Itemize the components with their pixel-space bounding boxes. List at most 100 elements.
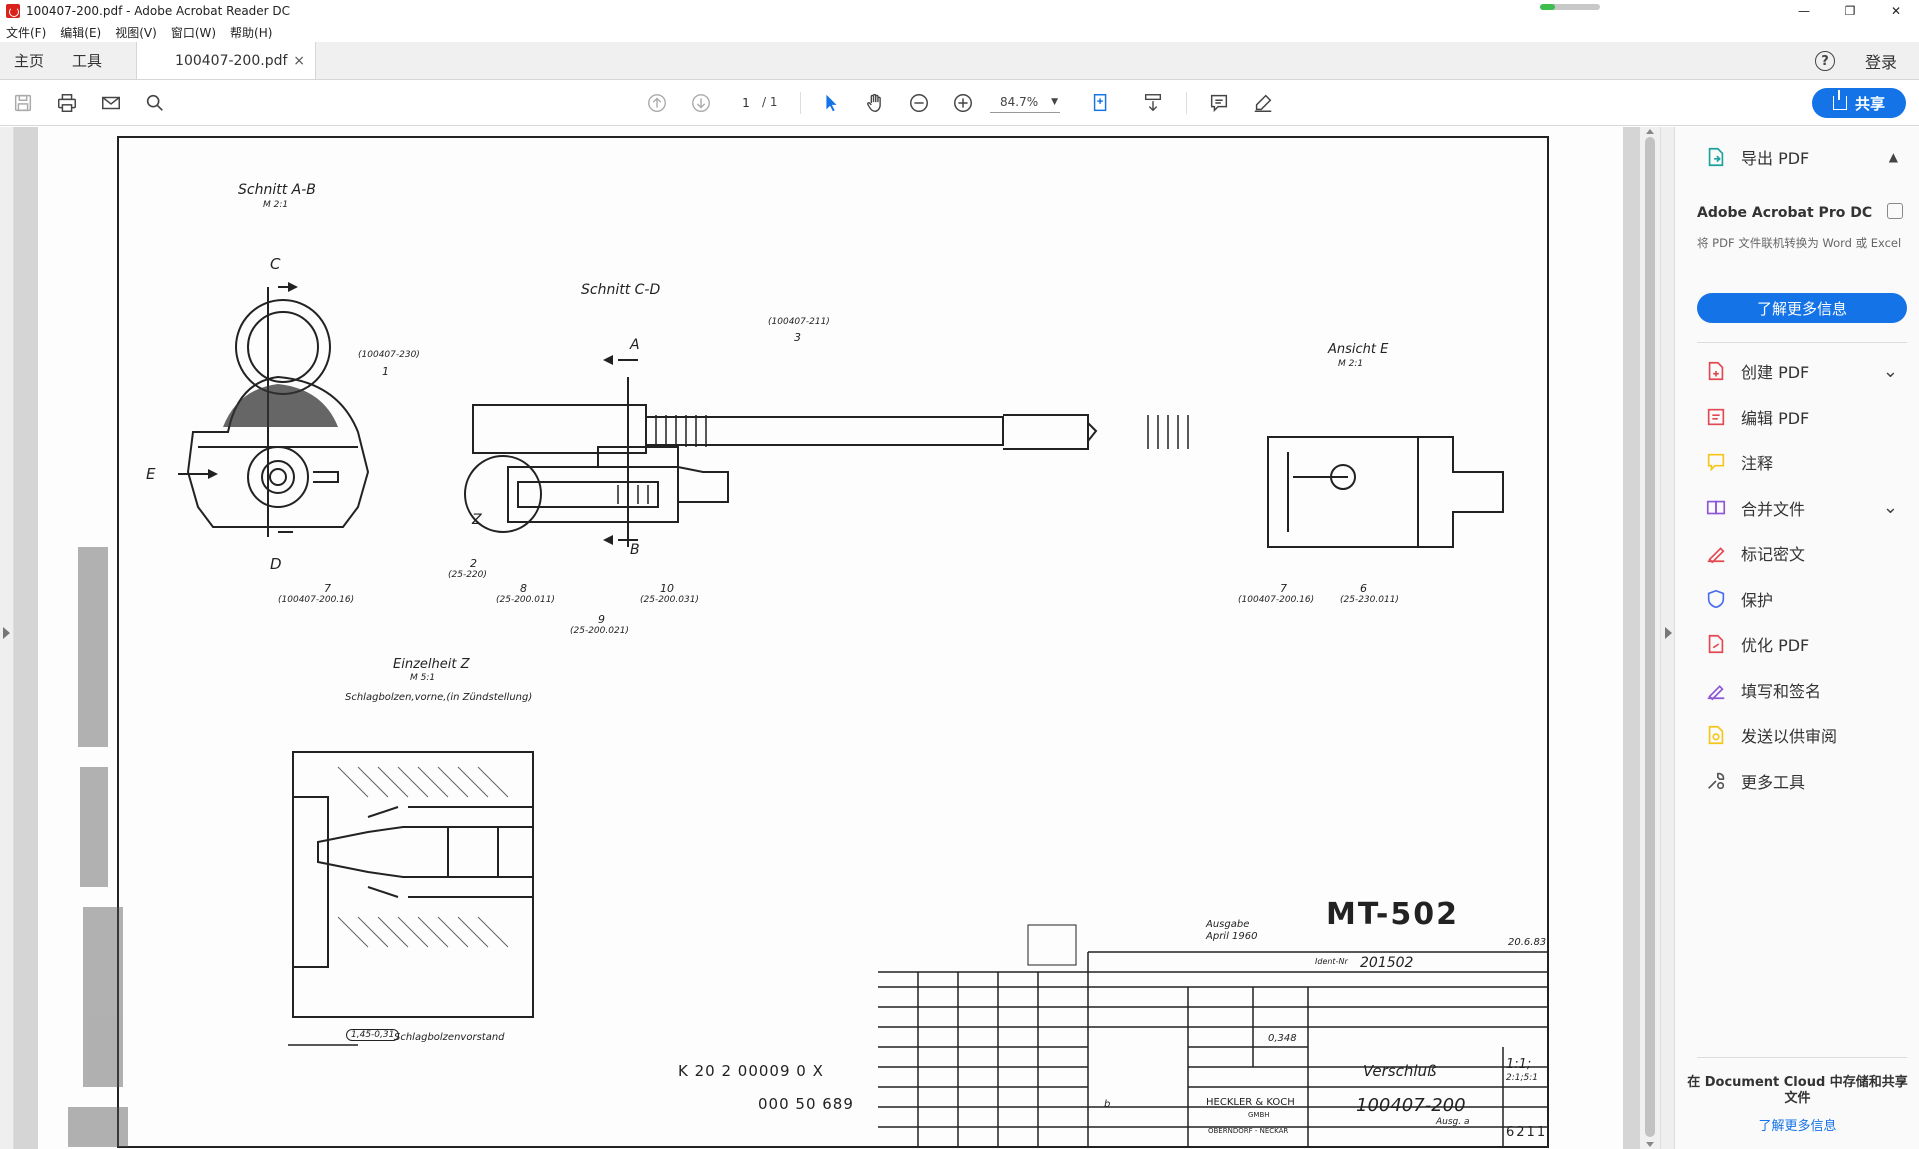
- tab-home[interactable]: 主页: [0, 42, 58, 79]
- previous-page-icon[interactable]: [644, 90, 670, 116]
- document-cloud-learn-more-link[interactable]: 了解更多信息: [1685, 1115, 1910, 1134]
- ref-3: 3: [794, 331, 801, 344]
- tool-item-more-tools[interactable]: 更多工具: [1675, 763, 1919, 799]
- maximize-button[interactable]: ❐: [1827, 0, 1873, 22]
- edition-a: Ausg. a: [1436, 1117, 1470, 1127]
- menu-edit[interactable]: 编辑(E): [60, 24, 101, 41]
- title-bar: 100407-200.pdf - Adobe Acrobat Reader DC…: [0, 0, 1919, 22]
- tool-item-label: 优化 PDF: [1741, 636, 1810, 655]
- vorstand-dimension: 1,45-0,31: [346, 1029, 400, 1041]
- ident-number: 201502: [1360, 955, 1414, 971]
- close-window-button[interactable]: ✕: [1873, 0, 1919, 22]
- ref-7a: 7: [324, 582, 331, 595]
- page-total: / 1: [762, 95, 778, 109]
- edit-pdf-icon: [1705, 406, 1727, 428]
- tool-item-label: 发送以供审阅: [1741, 727, 1838, 746]
- panel-divider: [1697, 342, 1907, 343]
- zoom-out-icon[interactable]: [906, 90, 932, 116]
- tool-item-fill-sign[interactable]: 填写和签名: [1675, 672, 1919, 708]
- pdf-page: Schnitt A-B M 2:1 C D E (100407-230) 1 7…: [38, 127, 1623, 1149]
- tool-item-redact[interactable]: 标记密文: [1675, 535, 1919, 571]
- scrollbar-thumb[interactable]: [1645, 137, 1655, 1137]
- pro-dc-description: 将 PDF 文件联机转换为 Word 或 Excel: [1697, 236, 1902, 250]
- tool-item-label: 保护: [1741, 590, 1774, 610]
- highlight-pen-icon[interactable]: [1250, 90, 1276, 116]
- comment-icon[interactable]: [1206, 90, 1232, 116]
- fit-page-icon[interactable]: [1088, 90, 1114, 116]
- tab-document[interactable]: 100407-200.pdf ×: [136, 42, 317, 79]
- scale-main: 1:1;: [1506, 1057, 1532, 1072]
- tool-item-edit-pdf[interactable]: 编辑 PDF: [1675, 399, 1919, 435]
- company-city: OBERNDORF - NECKAR: [1208, 1127, 1289, 1135]
- login-link[interactable]: 登录: [1865, 49, 1897, 73]
- fill-sign-icon: [1705, 679, 1727, 701]
- right-pane-toggle[interactable]: [1660, 127, 1674, 1149]
- company-sub: GMBH: [1248, 1111, 1270, 1119]
- tool-item-label: 更多工具: [1741, 772, 1806, 792]
- tool-item-optimize-pdf[interactable]: 优化 PDF: [1675, 626, 1919, 662]
- mt-number: MT-502: [1326, 897, 1459, 932]
- ident-label: Ident-Nr: [1315, 957, 1348, 966]
- help-icon[interactable]: ?: [1814, 51, 1835, 71]
- scroll-mode-icon[interactable]: [1140, 90, 1166, 116]
- tab-close-icon[interactable]: ×: [293, 53, 305, 69]
- redact-icon: [1705, 542, 1727, 564]
- tool-item-combine-files[interactable]: 合并文件 ⌄: [1675, 490, 1919, 526]
- vertical-scrollbar[interactable]: [1640, 127, 1660, 1149]
- select-cursor-icon[interactable]: [818, 90, 844, 116]
- left-pane-toggle[interactable]: [0, 127, 14, 1149]
- drawing-number: 100407-200: [1356, 1095, 1466, 1116]
- more-tools-icon: [1705, 770, 1727, 792]
- print-icon[interactable]: [54, 90, 80, 116]
- tool-item-label: 合并文件: [1741, 499, 1806, 519]
- export-pdf-label: 导出 PDF: [1741, 149, 1810, 168]
- ref-9-part: (25-200.021): [570, 626, 629, 636]
- detail-z-scale: M 5:1: [410, 673, 436, 683]
- save-icon[interactable]: [10, 90, 36, 116]
- create-pdf-icon: [1705, 360, 1727, 382]
- page-number-input[interactable]: 1: [730, 91, 762, 113]
- comment-icon: [1705, 451, 1727, 473]
- revision-b: b: [1104, 1099, 1111, 1110]
- pro-dc-badge-icon: [1887, 203, 1903, 219]
- section-ab-scale: M 2:1: [263, 200, 289, 210]
- toolbar-divider: [800, 92, 801, 114]
- scroll-up-icon[interactable]: [1646, 129, 1654, 134]
- tab-bar: 主页 工具 100407-200.pdf × ? 登录: [0, 42, 1919, 80]
- zoom-in-icon[interactable]: [950, 90, 976, 116]
- chevron-down-icon[interactable]: ⌄: [1883, 361, 1898, 382]
- menu-help[interactable]: 帮助(H): [230, 24, 272, 41]
- export-pdf-item[interactable]: 导出 PDF ▲: [1675, 137, 1919, 177]
- email-icon[interactable]: [98, 90, 124, 116]
- next-page-icon[interactable]: [688, 90, 714, 116]
- loading-progress-bar: [1540, 4, 1600, 10]
- menu-file[interactable]: 文件(F): [6, 24, 46, 41]
- ref-7b: 7: [1280, 582, 1287, 595]
- weight-value: 0,348: [1268, 1033, 1297, 1044]
- hand-tool-icon[interactable]: [862, 90, 888, 116]
- tool-item-send-review[interactable]: 发送以供审阅: [1675, 717, 1919, 753]
- ref-2: 2: [470, 557, 477, 570]
- scroll-down-icon[interactable]: [1646, 1142, 1654, 1147]
- document-viewer[interactable]: Schnitt A-B M 2:1 C D E (100407-230) 1 7…: [0, 127, 1660, 1149]
- learn-more-button[interactable]: 了解更多信息: [1697, 293, 1907, 323]
- label-a: A: [630, 337, 640, 353]
- zoom-level-select[interactable]: 84.7% ▼: [990, 91, 1060, 113]
- share-button[interactable]: 共享: [1812, 88, 1906, 118]
- chevron-up-icon[interactable]: ▲: [1889, 150, 1898, 164]
- chevron-down-icon[interactable]: ⌄: [1883, 497, 1898, 518]
- document-cloud-title: 在 Document Cloud 中存储和共享文件: [1687, 1075, 1908, 1106]
- ref-7b-part: (100407-200.16): [1238, 595, 1315, 605]
- minimize-button[interactable]: —: [1781, 0, 1827, 22]
- pro-dc-title: Adobe Acrobat Pro DC: [1697, 205, 1873, 221]
- ausgabe-label: Ausgabe: [1206, 919, 1250, 930]
- tool-item-protect[interactable]: 保护: [1675, 581, 1919, 617]
- search-icon[interactable]: [142, 90, 168, 116]
- tab-tools[interactable]: 工具: [58, 42, 116, 79]
- tool-item-comment[interactable]: 注释: [1675, 444, 1919, 480]
- share-button-label: 共享: [1854, 94, 1885, 113]
- sheet-number: 6211: [1506, 1125, 1548, 1140]
- tool-item-create-pdf[interactable]: 创建 PDF ⌄: [1675, 353, 1919, 389]
- menu-window[interactable]: 窗口(W): [171, 24, 216, 41]
- menu-view[interactable]: 视图(V): [115, 24, 157, 41]
